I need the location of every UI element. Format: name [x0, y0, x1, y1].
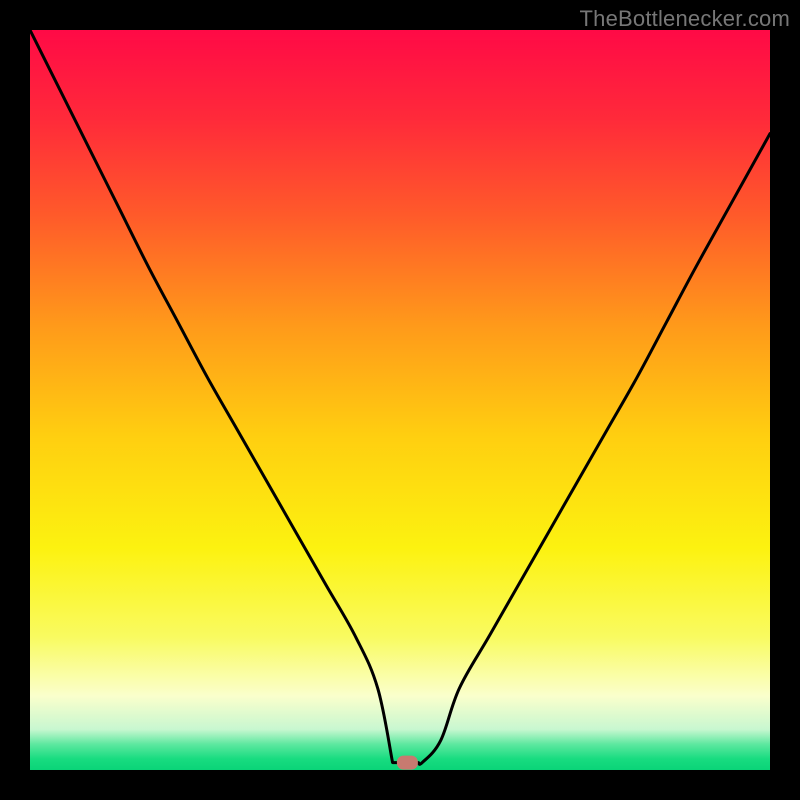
- watermark-text: TheBottlenecker.com: [580, 6, 790, 32]
- plot-area: [30, 30, 770, 770]
- gradient-bg: [30, 30, 770, 770]
- chart-svg: [30, 30, 770, 770]
- chart-frame: TheBottlenecker.com: [0, 0, 800, 800]
- optimal-marker: [397, 756, 417, 769]
